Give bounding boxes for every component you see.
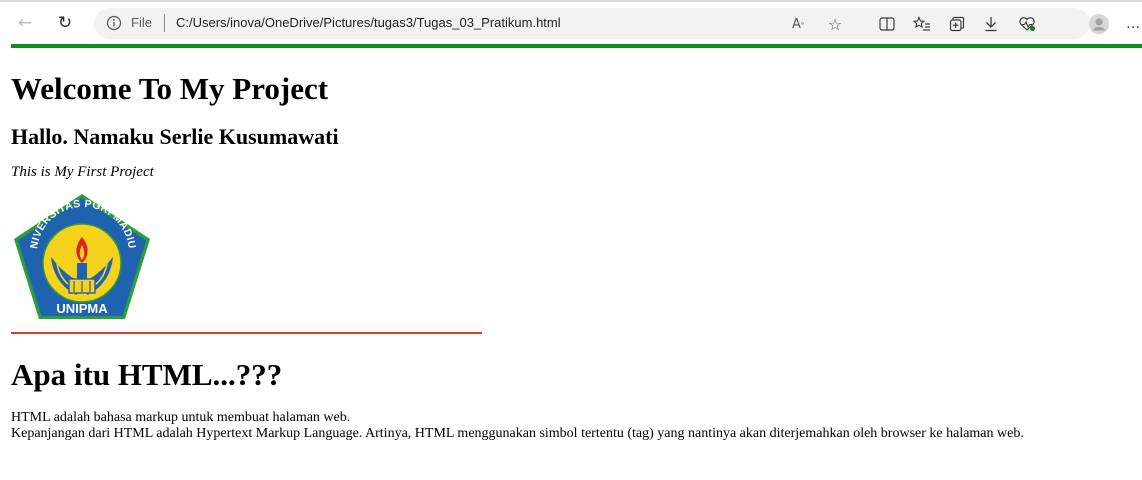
browser-toolbar: ← ↻ File C:/Users/inova/OneDrive/Picture… — [0, 0, 1142, 44]
greeting-heading: Hallo. Namaku Serlie Kusumawati — [11, 124, 339, 149]
tagline: This is My First Project — [11, 164, 154, 180]
page-content: Welcome To My Project Hallo. Namaku Serl… — [11, 48, 1131, 442]
description-line-2: Kepanjangan dari HTML adalah Hypertext M… — [11, 426, 1024, 441]
info-icon[interactable] — [106, 15, 122, 31]
address-url[interactable]: C:/Users/inova/OneDrive/Pictures/tugas3/… — [176, 15, 561, 30]
description-line-1: HTML adalah bahasa markup untuk membuat … — [11, 410, 351, 425]
section-heading: Apa itu HTML...??? — [11, 357, 283, 392]
logo-banner-text: UNIPMA — [56, 301, 108, 316]
unipma-logo: UNIVERSITAS PGRI MADIUN UNIPMA — [11, 191, 150, 319]
more-icon[interactable]: … — [1126, 13, 1140, 35]
read-aloud-icon[interactable]: Aᵃ — [788, 14, 808, 34]
html-description: HTML adalah bahasa markup untuk membuat … — [11, 410, 1131, 442]
profile-avatar-icon[interactable] — [1088, 13, 1110, 35]
refresh-icon[interactable]: ↻ — [54, 12, 76, 34]
collections-icon[interactable] — [946, 13, 968, 35]
downloads-icon[interactable] — [980, 13, 1002, 35]
address-scheme-label: File — [131, 15, 152, 30]
section-divider — [11, 332, 482, 334]
favorite-star-icon[interactable]: ☆ — [825, 14, 845, 34]
back-icon[interactable]: ← — [14, 12, 36, 34]
address-separator — [164, 14, 165, 32]
page-title: Welcome To My Project — [11, 71, 329, 106]
split-screen-icon[interactable] — [876, 13, 898, 35]
favorites-list-icon[interactable] — [911, 13, 933, 35]
address-bar[interactable]: File C:/Users/inova/OneDrive/Pictures/tu… — [94, 8, 1090, 39]
browser-essentials-icon[interactable] — [1016, 13, 1038, 35]
